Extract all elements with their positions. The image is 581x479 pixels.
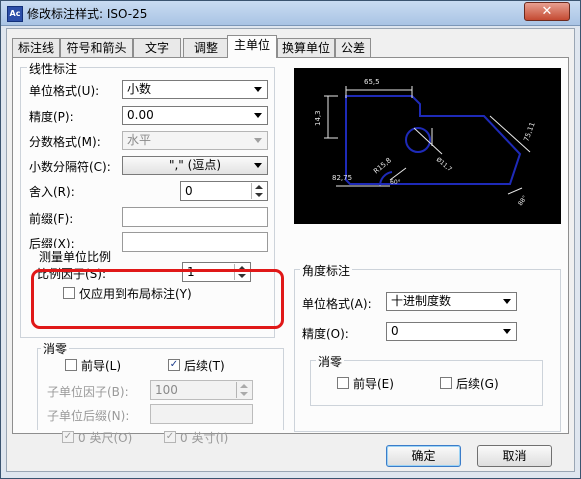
sub-unit-suffix-label: 子单位后缀(N): — [47, 409, 130, 423]
window-title: 修改标注样式: ISO-25 — [27, 7, 148, 21]
dialog-window: Ac 修改标注样式: ISO-25 ✕ 标注线 符号和箭头 文字 调整 主单位 … — [0, 0, 581, 479]
angular-zero-suppression-title: 消零 — [316, 353, 345, 370]
chevron-down-icon — [503, 329, 511, 334]
angular-unit-format-label: 单位格式(A): — [302, 297, 372, 311]
tab-tolerances[interactable]: 公差 — [335, 38, 371, 57]
spinner-buttons[interactable] — [251, 183, 266, 199]
unit-format-dropdown[interactable]: 小数 — [122, 80, 268, 99]
chevron-down-icon — [254, 138, 262, 143]
round-off-spinner[interactable]: 0 — [180, 181, 268, 201]
preview-arc-label: 88° — [517, 194, 529, 207]
sub-unit-factor-label: 子单位因子(B): — [47, 385, 129, 399]
angular-trailing-label: 后续(G) — [456, 377, 499, 391]
chevron-down-icon — [254, 87, 262, 92]
preview-angle-label: 60° — [390, 179, 401, 186]
preview-dimension-line — [507, 187, 523, 195]
trailing-zero-label: 后续(T) — [184, 359, 225, 373]
arrow-up-icon — [255, 185, 263, 189]
chevron-down-icon — [503, 299, 511, 304]
precision-dropdown[interactable]: 0.00 — [122, 106, 268, 125]
spinner-buttons[interactable] — [236, 382, 251, 398]
precision-value: 0.00 — [127, 108, 154, 122]
preview-left-dimension: 14,3 — [314, 110, 322, 126]
tab-text[interactable]: 文字 — [133, 38, 181, 57]
angular-dimensions-title: 角度标注 — [300, 262, 353, 279]
angular-leading-checkbox[interactable] — [337, 377, 349, 389]
angular-unit-format-value: 十进制度数 — [391, 294, 452, 308]
angular-unit-format-dropdown[interactable]: 十进制度数 — [386, 292, 517, 311]
unit-format-value: 小数 — [127, 82, 152, 96]
dialog-body: 标注线 符号和箭头 文字 调整 主单位 换算单位 公差 线性标注 单位格式(U)… — [6, 28, 575, 472]
ok-button[interactable]: 确定 — [386, 445, 461, 467]
decimal-separator-value: "," (逗点) — [168, 158, 222, 172]
decimal-separator-dropdown[interactable]: "," (逗点) — [122, 156, 268, 175]
preview-diameter-label: Ø11,7 — [435, 156, 453, 173]
zero-inches-checkbox[interactable]: ✓ — [164, 431, 176, 443]
preview-top-dimension: 65,5 — [364, 78, 380, 86]
arrow-up-icon — [240, 384, 248, 388]
sub-unit-factor-spinner[interactable]: 100 — [150, 380, 253, 400]
unit-format-label: 单位格式(U): — [29, 84, 100, 98]
leading-zero-checkbox[interactable] — [65, 359, 77, 371]
app-icon: Ac — [7, 6, 23, 22]
preview-bottom-dimension: 82,75 — [332, 174, 352, 182]
fraction-format-dropdown[interactable]: 水平 — [122, 131, 268, 150]
zero-inches-label: 0 英寸(I) — [180, 431, 229, 445]
highlight-box — [31, 269, 284, 329]
angular-leading-label: 前导(E) — [353, 377, 394, 391]
angular-precision-label: 精度(O): — [302, 327, 349, 341]
zero-feet-label: 0 英尺(O) — [78, 431, 133, 445]
tab-lines[interactable]: 标注线 — [12, 38, 60, 57]
tab-fit[interactable]: 调整 — [183, 38, 229, 57]
close-button[interactable]: ✕ — [524, 2, 570, 21]
round-off-value: 0 — [185, 184, 193, 198]
zero-feet-checkbox[interactable]: ✓ — [62, 431, 74, 443]
linear-dimensions-title: 线性标注 — [27, 60, 80, 77]
chevron-down-icon — [254, 113, 262, 118]
title-bar: Ac 修改标注样式: ISO-25 ✕ — [1, 1, 580, 26]
decimal-separator-label: 小数分隔符(C): — [29, 160, 111, 174]
prefix-input[interactable] — [122, 207, 268, 227]
preview-drawing: 65,5 14,3 75,11 R15,8 60° Ø11,7 82,75 88… — [314, 78, 537, 207]
angular-precision-value: 0 — [391, 324, 399, 338]
round-off-label: 舍入(R): — [29, 185, 75, 199]
tab-primary-units[interactable]: 主单位 — [227, 35, 277, 58]
tab-symbols-arrows[interactable]: 符号和箭头 — [60, 38, 133, 57]
suffix-input[interactable] — [122, 232, 268, 252]
sub-unit-suffix-input[interactable] — [150, 404, 253, 424]
tab-alternate-units[interactable]: 换算单位 — [277, 38, 335, 57]
leading-zero-label: 前导(L) — [81, 359, 122, 373]
dimension-preview: 65,5 14,3 75,11 R15,8 60° Ø11,7 82,75 88… — [294, 68, 561, 224]
measurement-scale-title: 测量单位比例 — [37, 248, 114, 265]
angular-precision-dropdown[interactable]: 0 — [386, 322, 517, 341]
fraction-format-label: 分数格式(M): — [29, 135, 101, 149]
angular-trailing-checkbox[interactable] — [440, 377, 452, 389]
preview-right-dimension: 75,11 — [522, 121, 536, 143]
chevron-down-icon — [254, 163, 262, 168]
cancel-button[interactable]: 取消 — [477, 445, 552, 467]
trailing-zero-checkbox[interactable]: ✓ — [168, 359, 180, 371]
arrow-down-icon — [240, 392, 248, 396]
fraction-format-value: 水平 — [127, 133, 152, 147]
sub-unit-factor-value: 100 — [155, 383, 178, 397]
prefix-label: 前缀(F): — [29, 212, 74, 226]
zero-suppression-title: 消零 — [41, 340, 70, 357]
precision-label: 精度(P): — [29, 110, 74, 124]
arrow-down-icon — [255, 193, 263, 197]
